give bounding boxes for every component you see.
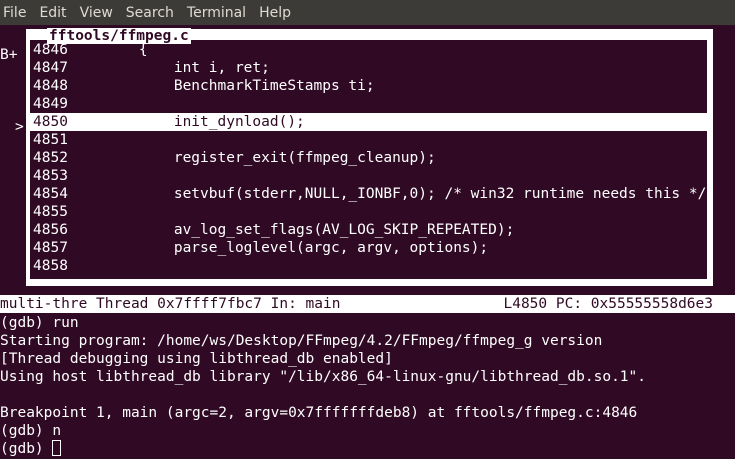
source-line: 4858 — [30, 257, 707, 275]
line-code: setvbuf(stderr,NULL,_IONBF,0); /* win32 … — [104, 186, 707, 202]
console-text: Starting program: /home/ws/Desktop/FFmpe… — [0, 333, 603, 349]
source-line: 4851 — [30, 131, 707, 149]
gdb-console[interactable]: (gdb) run Starting program: /home/ws/Desk… — [0, 314, 735, 458]
line-code: init_dynload(); — [104, 114, 305, 130]
status-bar: multi-thre Thread 0x7ffff7fbc7 In: main … — [0, 295, 735, 313]
menu-bar: File Edit View Search Terminal Help — [0, 0, 735, 25]
console-text: [Thread debugging using libthread_db ena… — [0, 351, 393, 367]
line-number: 4854 — [33, 186, 68, 202]
menu-edit[interactable]: Edit — [35, 5, 70, 21]
line-number: 4849 — [33, 96, 68, 112]
menu-search[interactable]: Search — [122, 5, 178, 21]
console-text: (gdb) — [0, 441, 53, 457]
source-file-title: fftools/ffmpeg.c — [47, 28, 191, 44]
source-line: 4856 av_log_set_flags(AV_LOG_SKIP_REPEAT… — [30, 221, 707, 239]
line-code: { — [104, 42, 148, 58]
source-line: 4848 BenchmarkTimeStamps ti; — [30, 77, 707, 95]
line-code: int i, ret; — [104, 60, 270, 76]
line-number: 4858 — [33, 258, 68, 274]
line-code: register_exit(ffmpeg_cleanup); — [104, 150, 436, 166]
status-location: L4850 PC: 0x55555558d6e3 — [503, 296, 713, 312]
line-number: 4851 — [33, 132, 68, 148]
line-number: 4848 — [33, 78, 68, 94]
source-code-area[interactable]: 4846 {4847 int i, ret; 4848 BenchmarkTime… — [30, 40, 707, 279]
console-text: Breakpoint 1, main (argc=2, argv=0x7ffff… — [0, 405, 638, 421]
console-line: (gdb) — [0, 440, 735, 458]
line-number: 4855 — [33, 204, 68, 220]
source-line: 4852 register_exit(ffmpeg_cleanup); — [30, 149, 707, 167]
source-window: 4846 {4847 int i, ret; 4848 BenchmarkTime… — [26, 28, 713, 286]
console-line: [Thread debugging using libthread_db ena… — [0, 350, 735, 368]
current-line-marker: > — [15, 119, 24, 135]
console-text: (gdb) run — [0, 315, 79, 331]
status-thread-info: multi-thre Thread 0x7ffff7fbc7 In: main — [0, 296, 341, 312]
console-line: Using host libthread_db library "/lib/x8… — [0, 368, 735, 386]
source-line: 4853 — [30, 167, 707, 185]
line-number: 4850 — [33, 114, 68, 130]
breakpoint-marker: B+ — [0, 47, 18, 63]
terminal-area[interactable]: B+ > 4846 {4847 int i, ret; 4848 Benchmar… — [0, 25, 735, 459]
source-line: 4854 setvbuf(stderr,NULL,_IONBF,0); /* w… — [30, 185, 707, 203]
menu-view[interactable]: View — [76, 5, 117, 21]
text-cursor — [52, 440, 62, 456]
line-number: 4852 — [33, 150, 68, 166]
console-text: (gdb) n — [0, 423, 62, 439]
source-line: 4850 init_dynload(); — [30, 113, 707, 131]
line-number: 4856 — [33, 222, 68, 238]
source-line: 4855 — [30, 203, 707, 221]
menu-terminal[interactable]: Terminal — [183, 5, 250, 21]
console-text: Using host libthread_db library "/lib/x8… — [0, 369, 647, 385]
console-line: (gdb) n — [0, 422, 735, 440]
console-line: (gdb) run — [0, 314, 735, 332]
source-line: 4857 parse_loglevel(argc, argv, options)… — [30, 239, 707, 257]
menu-file[interactable]: File — [0, 5, 30, 21]
console-line: Starting program: /home/ws/Desktop/FFmpe… — [0, 332, 735, 350]
source-line: 4847 int i, ret; — [30, 59, 707, 77]
line-code: av_log_set_flags(AV_LOG_SKIP_REPEATED); — [104, 222, 515, 238]
line-number: 4857 — [33, 240, 68, 256]
line-code: BenchmarkTimeStamps ti; — [104, 78, 375, 94]
line-number: 4853 — [33, 168, 68, 184]
source-line: 4849 — [30, 95, 707, 113]
line-code: parse_loglevel(argc, argv, options); — [104, 240, 489, 256]
menu-help[interactable]: Help — [255, 5, 295, 21]
line-number: 4847 — [33, 60, 68, 76]
console-line: Breakpoint 1, main (argc=2, argv=0x7ffff… — [0, 404, 735, 422]
